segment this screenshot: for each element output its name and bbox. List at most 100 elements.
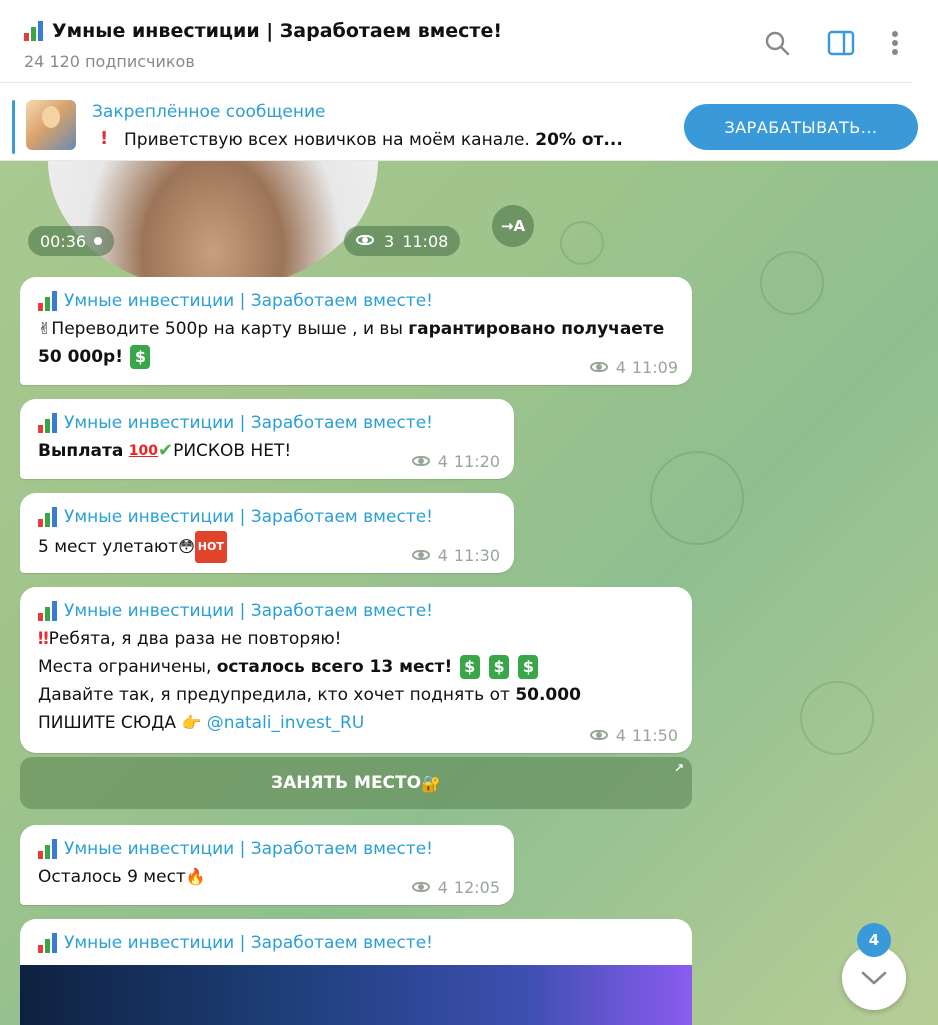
dollar-icon: $: [130, 345, 151, 369]
message-text: ‼Ребята, я два раза не повторяю! Места о…: [38, 625, 674, 737]
sender-name: Умные инвестиции | Заработаем вместе!: [64, 291, 433, 311]
message-text-bold: осталось всего 13 мест!: [216, 657, 453, 677]
pinned-text-bold: 20% от...: [535, 130, 623, 150]
message-views: 4: [615, 358, 626, 377]
message-views: 4: [437, 546, 448, 565]
message-sender: Умные инвестиции | Заработаем вместе!: [38, 413, 496, 433]
message-views: 4: [615, 726, 626, 745]
chat-area[interactable]: 00:36 3 11:08 →A Умные инвестиции | Зара…: [0, 161, 938, 1025]
lock-key-icon: 🔐: [421, 773, 441, 793]
message-text-part: Переводите 500р на карту выше , и вы: [51, 319, 409, 339]
message-media-image[interactable]: [20, 965, 692, 1025]
chevron-down-icon: [861, 971, 887, 985]
dollar-icon: $: [459, 655, 480, 679]
background-doodle: [560, 221, 604, 265]
message-sender: Умные инвестиции | Заработаем вместе!: [38, 839, 496, 859]
views-icon: [411, 549, 432, 562]
pinned-message-bar[interactable]: Закреплённое сообщение ! Приветствую все…: [0, 94, 938, 161]
external-link-icon: ↗: [673, 761, 684, 775]
message-bubble[interactable]: Умные инвестиции | Заработаем вместе! ‼Р…: [20, 587, 692, 753]
message-line: Ребята, я два раза не повторяю!: [48, 629, 342, 649]
sender-name: Умные инвестиции | Заработаем вместе!: [64, 413, 433, 433]
earn-button[interactable]: ЗАРАБАТЫВАТЬ...: [684, 104, 918, 150]
chart-emoji-icon: [38, 413, 60, 433]
message-bubble[interactable]: Умные инвестиции | Заработаем вместе! Вы…: [20, 399, 514, 479]
message-time: 11:09: [631, 358, 678, 377]
take-place-button[interactable]: ЗАНЯТЬ МЕСТО 🔐 ↗: [20, 757, 692, 809]
message-sender: Умные инвестиции | Заработаем вместе!: [38, 601, 674, 621]
sender-name: Умные инвестиции | Заработаем вместе!: [64, 933, 433, 953]
video-meta: 3 11:08: [344, 226, 461, 256]
unread-count-badge: 4: [857, 923, 891, 957]
message-meta: 4 11:20: [411, 452, 500, 471]
message-sender: Умные инвестиции | Заработаем вместе!: [38, 933, 674, 953]
message-bubble[interactable]: Умные инвестиции | Заработаем вместе! ✌П…: [20, 277, 692, 385]
telegram-channel-window: Умные инвестиции | Заработаем вместе! 24…: [0, 0, 938, 1025]
sender-name: Умные инвестиции | Заработаем вместе!: [64, 507, 433, 527]
hot-badge-icon: HOT: [194, 531, 227, 563]
more-vert-icon: [892, 31, 898, 55]
more-options-button[interactable]: [880, 28, 910, 58]
message-text-bold: Выплата: [38, 441, 124, 461]
message-meta: 4 12:05: [411, 878, 500, 897]
dollar-icon: $: [489, 655, 510, 679]
message-text-part: 5 мест улетают: [38, 537, 179, 557]
check-mark-icon: ✔: [157, 440, 174, 461]
sidebar-toggle-icon: [827, 30, 855, 56]
channel-header[interactable]: Умные инвестиции | Заработаем вместе! 24…: [0, 0, 912, 83]
pointing-right-icon: 👉: [181, 713, 202, 732]
chart-emoji-icon: [38, 933, 60, 953]
pinned-indicator: [12, 100, 15, 154]
hundred-points-icon: 100: [128, 443, 158, 459]
channel-title-row: Умные инвестиции | Заработаем вместе!: [24, 20, 502, 42]
message-views: 4: [437, 452, 448, 471]
message-time: 11:30: [453, 546, 500, 565]
message-meta: 4 11:50: [589, 726, 678, 745]
video-duration-text: 00:36: [40, 231, 87, 251]
message-bubble[interactable]: Умные инвестиции | Заработаем вместе!: [20, 919, 692, 1025]
fire-icon: 🔥: [185, 867, 206, 886]
background-doodle: [650, 451, 744, 545]
message-text-part: Осталось 9 мест: [38, 867, 186, 887]
sidebar-toggle-button[interactable]: [826, 28, 856, 58]
search-button[interactable]: [762, 28, 792, 58]
translate-button[interactable]: →A: [492, 205, 534, 247]
views-icon: [589, 361, 610, 374]
subscriber-count: 24 120 подписчиков: [24, 52, 195, 71]
pinned-text: Приветствую всех новичков на моём канале…: [124, 130, 623, 150]
message-sender: Умные инвестиции | Заработаем вместе!: [38, 507, 496, 527]
take-place-label: ЗАНЯТЬ МЕСТО: [271, 773, 422, 793]
message-meta: 4 11:30: [411, 546, 500, 565]
message-text-part: РИСКОВ НЕТ!: [173, 441, 292, 461]
exclamation-icon: !: [100, 128, 109, 149]
views-icon: [411, 881, 432, 894]
message-sender: Умные инвестиции | Заработаем вместе!: [38, 291, 674, 311]
search-icon: [765, 31, 790, 56]
message-views: 4: [437, 878, 448, 897]
video-duration: 00:36: [28, 226, 115, 256]
views-icon: [411, 455, 432, 468]
message-bubble[interactable]: Умные инвестиции | Заработаем вместе! 5 …: [20, 493, 514, 573]
message-text-bold: 50.000: [515, 685, 581, 705]
chart-emoji-icon: [38, 601, 60, 621]
background-doodle: [760, 251, 824, 315]
message-line: ПИШИТЕ СЮДА: [38, 713, 177, 733]
video-views: 3: [384, 231, 395, 251]
double-exclamation-icon: ‼: [38, 629, 49, 649]
video-time: 11:08: [402, 231, 449, 251]
recording-dot-icon: [94, 237, 103, 245]
message-bubble[interactable]: Умные инвестиции | Заработаем вместе! Ос…: [20, 825, 514, 905]
chart-emoji-icon: [38, 507, 60, 527]
flushed-face-icon: 😳: [178, 537, 195, 556]
message-meta: 4 11:09: [589, 358, 678, 377]
dollar-icon: $: [518, 655, 539, 679]
background-doodle: [800, 681, 874, 755]
message-time: 11:50: [631, 726, 678, 745]
message-time: 11:20: [453, 452, 500, 471]
victory-hand-icon: ✌: [38, 319, 52, 338]
chart-emoji-icon: [38, 839, 60, 859]
sender-name: Умные инвестиции | Заработаем вместе!: [64, 839, 433, 859]
message-line: Места ограничены,: [38, 657, 217, 677]
username-link[interactable]: @natali_invest_RU: [207, 713, 365, 733]
pinned-text-main: Приветствую всех новичков на моём канале…: [124, 130, 530, 150]
